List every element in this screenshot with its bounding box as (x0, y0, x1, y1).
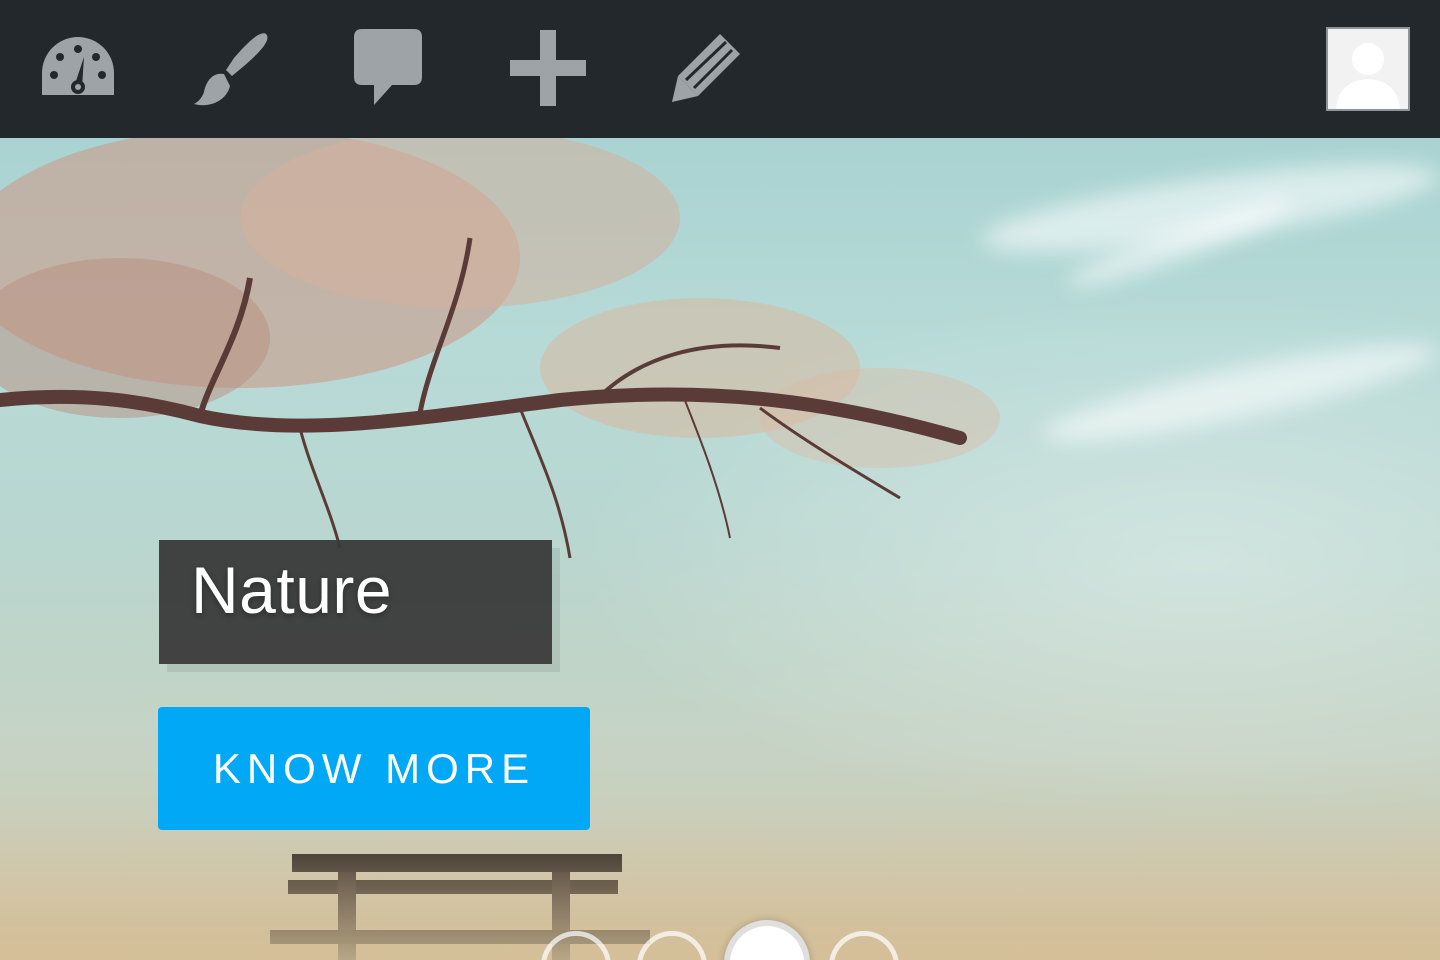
hero-slide: Nature KNOW MORE (0, 138, 1440, 960)
paintbrush-icon[interactable] (190, 26, 274, 110)
dashboard-icon[interactable] (36, 26, 120, 110)
pencil-icon[interactable] (664, 26, 748, 110)
know-more-button[interactable]: KNOW MORE (158, 707, 590, 830)
comment-icon[interactable] (346, 26, 430, 110)
slide-title: Nature (191, 553, 393, 627)
slide-title-box: Nature (159, 540, 552, 664)
avatar[interactable] (1326, 27, 1410, 111)
user-silhouette-icon (1328, 29, 1408, 109)
admin-toolbar (0, 0, 1440, 138)
plus-icon[interactable] (506, 26, 590, 110)
horizon-haze (0, 820, 1440, 960)
